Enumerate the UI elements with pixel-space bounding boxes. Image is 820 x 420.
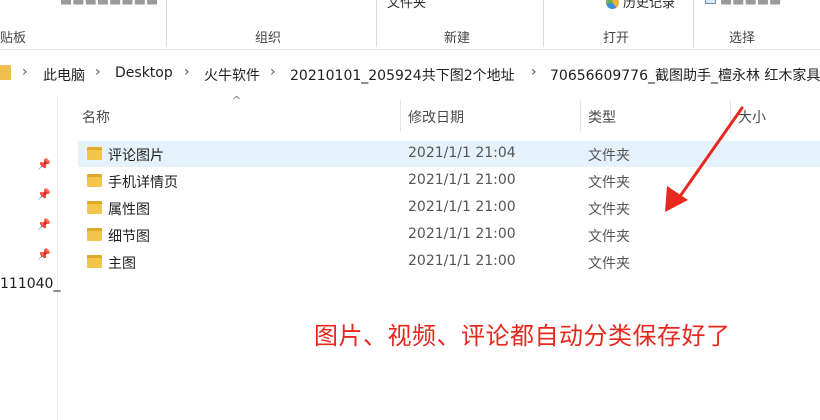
file-explorer-window: ■■■■■■■■ 文件夹 历史记录 ■■■■■ 贴板 组织 新建 打开 选择 ›… xyxy=(0,0,820,420)
annotation-arrow xyxy=(665,106,744,212)
annotation-text: 图片、视频、评论都自动分类保存好了 xyxy=(314,322,731,350)
annotation-arrow-shaft xyxy=(674,106,744,204)
